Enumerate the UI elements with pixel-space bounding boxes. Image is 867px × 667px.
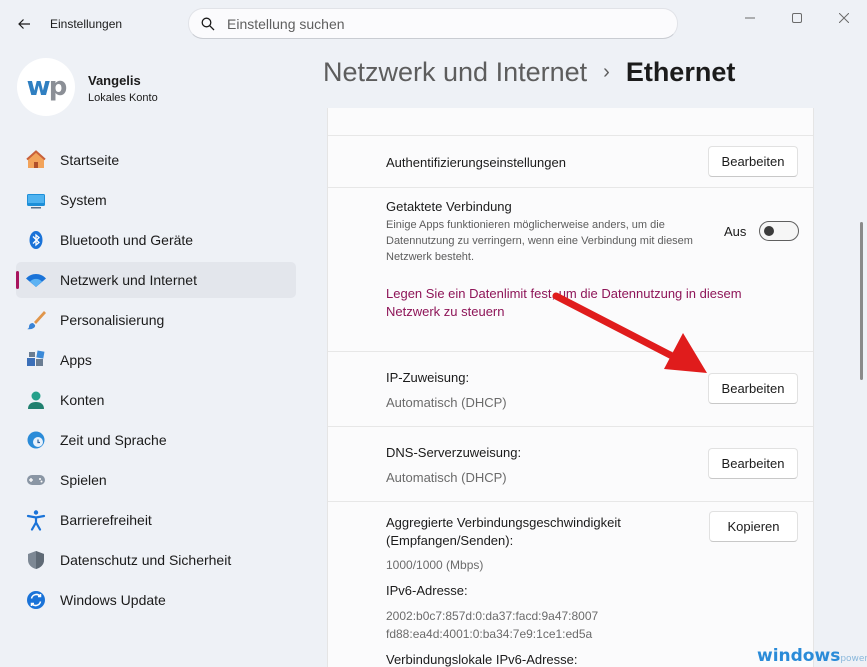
search-input[interactable] xyxy=(227,15,647,32)
sidebar-item-label: Zeit und Sprache xyxy=(60,432,167,448)
ip-assignment-value: Automatisch (DHCP) xyxy=(386,395,507,410)
monitor-icon xyxy=(25,189,47,211)
breadcrumb: Netzwerk und Internet › Ethernet xyxy=(323,57,735,88)
toggle-knob xyxy=(764,226,774,236)
sidebar-item-label: System xyxy=(60,192,107,208)
metered-connection-toggle[interactable] xyxy=(759,221,799,241)
sidebar-item-windows-update[interactable]: Windows Update xyxy=(16,582,296,618)
sidebar-item-bluetooth[interactable]: Bluetooth und Geräte xyxy=(16,222,296,258)
divider xyxy=(328,351,813,352)
search-box[interactable] xyxy=(188,8,678,39)
minimize-icon xyxy=(745,17,755,19)
ipv6-address-value: 2002:b0c7:857d:0:da37:facd:9a47:8007 xyxy=(386,609,599,623)
shield-icon xyxy=(25,549,47,571)
link-local-ipv6-label: Verbindungslokale IPv6-Adresse: xyxy=(386,652,578,667)
sidebar-item-label: Barrierefreiheit xyxy=(60,512,152,528)
sidebar-item-label: Spielen xyxy=(60,472,107,488)
account-type: Lokales Konto xyxy=(88,92,158,104)
link-speed-label: Aggregierte Verbindungsgeschwindigkeit (… xyxy=(386,515,621,548)
copy-button[interactable]: Kopieren xyxy=(709,511,798,542)
divider xyxy=(328,187,813,188)
sidebar-item-zeit[interactable]: Zeit und Sprache xyxy=(16,422,296,458)
ipv6-address-label: IPv6-Adresse: xyxy=(386,583,468,598)
metered-toggle-label: Aus xyxy=(724,224,747,239)
clock-globe-icon xyxy=(25,429,47,451)
title-bar: Einstellungen xyxy=(0,0,867,48)
sidebar-item-netzwerk[interactable]: Netzwerk und Internet xyxy=(16,262,296,298)
arrow-left-icon xyxy=(18,19,30,29)
auth-settings-label: Authentifizierungseinstellungen xyxy=(386,155,566,170)
sidebar-item-label: Apps xyxy=(60,352,92,368)
sidebar-item-label: Netzwerk und Internet xyxy=(60,272,197,288)
auth-edit-button[interactable]: Bearbeiten xyxy=(708,146,798,177)
sidebar-item-label: Bluetooth und Geräte xyxy=(60,232,194,248)
dns-edit-button[interactable]: Bearbeiten xyxy=(708,448,798,479)
accessibility-icon xyxy=(25,509,47,531)
app-title: Einstellungen xyxy=(50,17,123,31)
maximize-button[interactable] xyxy=(774,4,820,32)
wifi-icon xyxy=(25,269,47,291)
divider xyxy=(328,135,813,136)
close-icon xyxy=(839,13,849,23)
person-icon xyxy=(25,389,47,411)
metered-connection-title: Getaktete Verbindung xyxy=(386,199,512,214)
maximize-icon xyxy=(792,13,802,23)
home-icon xyxy=(25,149,47,171)
watermark-logo: windowspower xyxy=(757,646,867,666)
back-button[interactable] xyxy=(10,10,38,38)
chevron-right-icon: › xyxy=(603,61,610,83)
sidebar-item-personalisierung[interactable]: Personalisierung xyxy=(16,302,296,338)
ip-edit-button[interactable]: Bearbeiten xyxy=(708,373,798,404)
scrollbar[interactable] xyxy=(860,222,863,380)
update-icon xyxy=(25,589,47,611)
sidebar-item-apps[interactable]: Apps xyxy=(16,342,296,378)
dns-assignment-label: DNS-Serverzuweisung: xyxy=(386,445,522,460)
ip-assignment-label: IP-Zuweisung: xyxy=(386,370,470,385)
divider xyxy=(328,426,813,427)
sidebar-item-label: Datenschutz und Sicherheit xyxy=(60,552,232,568)
watermark-suffix: power xyxy=(840,654,867,664)
user-name: Vangelis xyxy=(88,73,141,88)
sidebar-item-label: Konten xyxy=(60,392,105,408)
brush-icon xyxy=(25,309,47,331)
divider xyxy=(328,501,813,502)
ethernet-settings-panel: Authentifizierungseinstellungen Bearbeit… xyxy=(327,108,814,667)
sidebar-item-datenschutz[interactable]: Datenschutz und Sicherheit xyxy=(16,542,296,578)
avatar[interactable]: wp xyxy=(17,58,75,116)
apps-icon xyxy=(25,349,47,371)
close-button[interactable] xyxy=(821,4,867,32)
sidebar-item-startseite[interactable]: Startseite xyxy=(16,142,296,178)
ipv6-address-value: fd88:ea4d:4001:0:ba34:7e9:1ce1:ed5a xyxy=(386,627,593,641)
gamepad-icon xyxy=(25,469,47,491)
watermark-main: windows xyxy=(757,646,841,666)
metered-connection-description: Einige Apps funktionieren möglicherweise… xyxy=(386,219,693,263)
sidebar-item-label: Personalisierung xyxy=(60,312,165,328)
sidebar-item-barrierefreiheit[interactable]: Barrierefreiheit xyxy=(16,502,296,538)
minimize-button[interactable] xyxy=(727,4,773,32)
bluetooth-icon xyxy=(25,229,47,251)
breadcrumb-parent[interactable]: Netzwerk und Internet xyxy=(323,57,587,88)
sidebar-item-label: Windows Update xyxy=(60,592,166,608)
sidebar-item-label: Startseite xyxy=(60,152,120,168)
sidebar-item-system[interactable]: System xyxy=(16,182,296,218)
search-icon xyxy=(201,17,215,30)
dns-assignment-value: Automatisch (DHCP) xyxy=(386,470,507,485)
sidebar-item-spielen[interactable]: Spielen xyxy=(16,462,296,498)
page-title: Ethernet xyxy=(625,57,736,87)
sidebar-nav: Startseite System Bluetooth und Geräte N… xyxy=(16,142,296,622)
link-speed-value: 1000/1000 (Mbps) xyxy=(386,558,484,572)
sidebar-item-konten[interactable]: Konten xyxy=(16,382,296,418)
data-limit-link[interactable]: Legen Sie ein Datenlimit fest, um die Da… xyxy=(386,285,786,321)
